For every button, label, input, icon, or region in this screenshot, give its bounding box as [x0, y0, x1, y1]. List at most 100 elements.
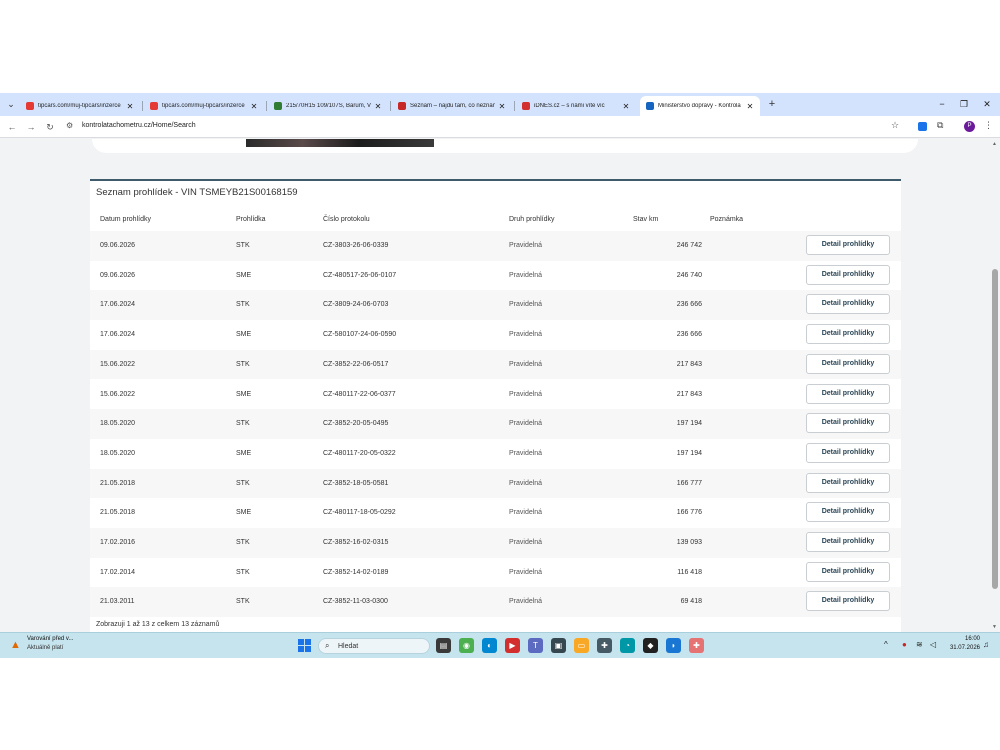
app-gray-icon[interactable]: ✚ [597, 638, 612, 653]
detail-button[interactable]: Detail prohlídky [806, 294, 890, 315]
weather-alert-subtitle[interactable]: Aktuálně platí [27, 645, 63, 651]
notification-bell-icon[interactable]: ♫ [983, 640, 989, 649]
vertical-scrollbar[interactable]: ▲ ▼ [990, 139, 1000, 632]
site-info-icon[interactable]: ⚙ [66, 121, 73, 130]
browser-tab[interactable]: Seznam – najdu tam, co neznám ✕ [392, 96, 512, 116]
tab-close-icon[interactable]: ✕ [746, 102, 754, 111]
taskbar-search[interactable]: ⌕ Hledat [318, 638, 430, 654]
bookmark-star-icon[interactable]: ☆ [891, 120, 899, 131]
detail-button[interactable]: Detail prohlídky [806, 591, 890, 612]
tab-favicon-icon [26, 102, 34, 110]
app-blue-icon[interactable]: ◗ [666, 638, 681, 653]
cell-type: STK [236, 539, 250, 546]
app-red-icon[interactable]: ▶ [505, 638, 520, 653]
clock-date[interactable]: 31.07.2026 [946, 645, 980, 651]
tab-title: tipcars.com/muj-tipcars/inzerce [162, 103, 245, 109]
tray-app-icon[interactable]: ● [902, 640, 907, 649]
detail-button[interactable]: Detail prohlídky [806, 324, 890, 345]
tab-close-icon[interactable]: ✕ [622, 102, 630, 111]
extensions-puzzle-icon[interactable]: ⧉ [937, 120, 943, 131]
detail-button[interactable]: Detail prohlídky [806, 413, 890, 434]
scroll-down-icon[interactable]: ▼ [992, 624, 997, 630]
minimize-icon[interactable]: − [935, 97, 949, 111]
tab-favicon-icon [398, 102, 406, 110]
table-row: 09.06.2026 STK CZ-3803-26-06-0339 Pravideln… [90, 231, 901, 261]
cell-kind: Pravidelná [509, 598, 543, 606]
detail-button[interactable]: Detail prohlídky [806, 442, 890, 463]
teams-icon[interactable]: T [528, 638, 543, 653]
cell-date: 18.05.2020 [100, 420, 136, 428]
tab-close-icon[interactable]: ✕ [498, 102, 506, 111]
address-bar[interactable]: kontrolatachometru.cz/Home/Search [82, 122, 196, 129]
reload-icon[interactable]: ↻ [43, 120, 57, 134]
close-window-icon[interactable]: ✕ [980, 97, 994, 111]
menu-kebab-icon[interactable]: ⋮ [984, 120, 993, 131]
detail-button[interactable]: Detail prohlídky [806, 383, 890, 404]
table-row: 09.06.2026 SME CZ-480517-26-06-0107 Pravide… [90, 261, 901, 291]
edge-browser-icon[interactable]: ◔ [620, 638, 635, 653]
cell-km: 139 093 [676, 539, 702, 546]
task-view-icon[interactable]: ▤ [436, 638, 451, 653]
cell-km: 197 194 [676, 420, 702, 428]
cell-km: 236 666 [676, 301, 702, 309]
back-icon[interactable]: ← [5, 120, 19, 134]
browser-tab[interactable]: tipcars.com/muj-tipcars/inzerce ✕ [20, 96, 140, 116]
tab-separator [142, 101, 143, 111]
detail-button[interactable]: Detail prohlídky [806, 264, 890, 285]
scroll-thumb[interactable] [992, 269, 998, 589]
cell-km: 69 418 [680, 598, 702, 606]
browser-tab[interactable]: tipcars.com/muj-tipcars/inzerce ✕ [144, 96, 264, 116]
tab-search-icon[interactable]: ⌄ [4, 97, 18, 111]
cell-protocol: CZ-580107-24-06-0590 [323, 331, 397, 339]
profile-avatar[interactable]: P [964, 121, 975, 132]
cell-date: 21.05.2018 [100, 479, 136, 487]
forward-icon[interactable]: → [24, 120, 38, 134]
clock-time[interactable]: 16:00 [958, 636, 980, 642]
volume-icon[interactable]: ◁ [930, 640, 936, 649]
detail-button[interactable]: Detail prohlídky [806, 353, 890, 374]
app-active-icon[interactable]: ✚ [689, 638, 704, 653]
tab-favicon-icon [522, 102, 530, 110]
cell-protocol: CZ-3852-16-02-0315 [323, 539, 389, 546]
edge-icon[interactable]: ◐ [482, 638, 497, 653]
browser-tab[interactable]: Ministerstvo dopravy - Kontrola ✕ [640, 96, 760, 116]
cell-date: 09.06.2026 [100, 271, 136, 279]
cell-km: 116 418 [677, 568, 702, 576]
cell-km: 217 843 [676, 390, 702, 398]
detail-button[interactable]: Detail prohlídky [806, 502, 890, 523]
start-button[interactable] [298, 639, 311, 652]
cell-date: 09.06.2026 [100, 242, 136, 249]
tab-close-icon[interactable]: ✕ [250, 102, 258, 111]
cell-protocol: CZ-3852-18-05-0581 [323, 479, 389, 487]
cell-date: 15.06.2022 [100, 360, 136, 368]
app-dark-icon[interactable]: ◆ [643, 638, 658, 653]
wifi-icon[interactable]: ≋ [916, 640, 923, 649]
file-explorer-icon[interactable]: ▭ [574, 638, 589, 653]
browser-toolbar: ← → ↻ ⚙ kontrolatachometru.cz/Home/Searc… [0, 116, 1000, 138]
cell-kind: Pravidelná [509, 301, 543, 309]
browser-tab[interactable]: iDNES.cz – s námi víte víc ✕ [516, 96, 636, 116]
tray-overflow-icon[interactable]: ^ [884, 640, 888, 649]
new-tab-button[interactable]: + [765, 97, 779, 111]
extension-icon[interactable] [918, 122, 927, 131]
warning-icon[interactable]: ▲ [10, 639, 22, 651]
detail-button[interactable]: Detail prohlídky [806, 532, 890, 552]
detail-button[interactable]: Detail prohlídky [806, 561, 890, 582]
cell-type: STK [236, 479, 250, 487]
detail-button[interactable]: Detail prohlídky [806, 472, 890, 493]
tab-close-icon[interactable]: ✕ [374, 102, 382, 111]
scroll-up-icon[interactable]: ▲ [992, 141, 997, 147]
browser-tab[interactable]: 215/70R15 109/107S, Barum, V ✕ [268, 96, 388, 116]
tab-close-icon[interactable]: ✕ [126, 102, 134, 111]
restore-icon[interactable]: ❐ [957, 97, 971, 111]
store-icon[interactable]: ▣ [551, 638, 566, 653]
cell-protocol: CZ-480517-26-06-0107 [323, 271, 397, 279]
tab-strip: ⌄ tipcars.com/muj-tipcars/inzerce ✕ tipcar… [0, 93, 1000, 116]
chrome-icon[interactable]: ◉ [459, 638, 474, 653]
table-row: 17.06.2024 STK CZ-3809-24-06-0703 Pravideln… [90, 290, 901, 321]
cell-protocol: CZ-480117-18-05-0292 [323, 509, 396, 517]
detail-button[interactable]: Detail prohlídky [806, 235, 890, 255]
cell-date: 21.03.2011 [100, 598, 135, 606]
cell-date: 18.05.2020 [100, 449, 136, 457]
weather-alert-title[interactable]: Varování před v... [27, 636, 73, 642]
